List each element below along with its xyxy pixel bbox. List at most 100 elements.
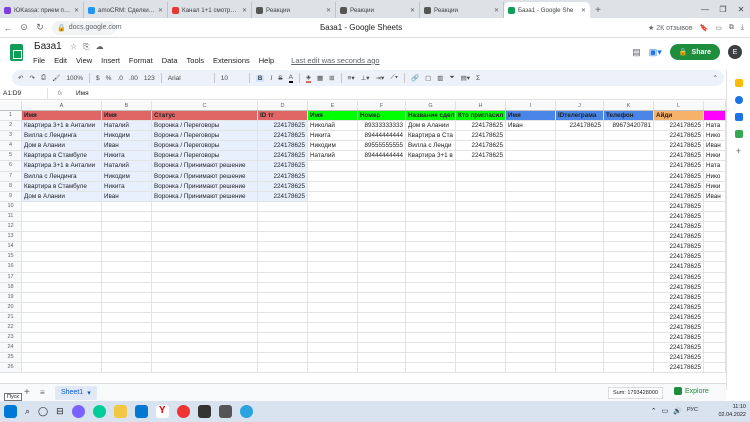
grid-cell[interactable]: [152, 292, 258, 302]
grid-cell[interactable]: [556, 353, 604, 363]
grid-cell[interactable]: [506, 191, 556, 201]
grid-cell[interactable]: [604, 322, 654, 333]
grid-cell[interactable]: Дом в Алании: [22, 191, 102, 201]
grid-cell[interactable]: 224178625: [654, 262, 704, 272]
sum-readout[interactable]: Sum: 1793428000: [608, 387, 663, 399]
grid-cell[interactable]: [556, 302, 604, 312]
close-tab-icon[interactable]: ✕: [74, 7, 79, 14]
row-number[interactable]: 15: [0, 252, 22, 262]
row-number[interactable]: 14: [0, 242, 22, 252]
grid-cell[interactable]: Квартира в Стамбуле: [22, 181, 102, 191]
grid-cell[interactable]: [556, 141, 604, 151]
grid-cell[interactable]: [556, 272, 604, 282]
grid-cell[interactable]: [102, 322, 152, 333]
column-header[interactable]: I: [506, 101, 556, 110]
grid-cell[interactable]: 224178625: [654, 211, 704, 222]
grid-cell[interactable]: Никодим: [102, 171, 152, 181]
grid-cell[interactable]: Имя: [506, 111, 556, 121]
grid-cell[interactable]: [258, 302, 308, 312]
grid-cell[interactable]: [704, 201, 726, 211]
grid-cell[interactable]: [704, 312, 726, 322]
collapse-toolbar-icon[interactable]: ⌃: [713, 74, 718, 82]
grid-cell[interactable]: 224178625: [654, 232, 704, 242]
grid-cell[interactable]: [456, 363, 506, 373]
grid-cell[interactable]: [506, 181, 556, 191]
grid-cell[interactable]: IDтелеграма: [556, 111, 604, 121]
grid-cell[interactable]: 224178625: [654, 363, 704, 373]
browser-tab[interactable]: Реакции ✕: [252, 2, 336, 18]
grid-cell[interactable]: [704, 242, 726, 252]
grid-cell[interactable]: [406, 171, 456, 181]
browser-tab[interactable]: ЮKassa: прием плате ✕: [0, 2, 84, 18]
grid-cell[interactable]: [456, 272, 506, 282]
formula-input[interactable]: Имя: [72, 90, 89, 97]
grid-cell[interactable]: [406, 181, 456, 191]
explore-button[interactable]: Explore: [674, 387, 709, 395]
grid-cell[interactable]: [604, 252, 654, 262]
grid-cell[interactable]: [456, 282, 506, 292]
grid-cell[interactable]: [406, 282, 456, 292]
grid-cell[interactable]: 224178625: [654, 242, 704, 252]
column-header[interactable]: K: [604, 101, 654, 110]
menu-item-view[interactable]: View: [76, 56, 92, 65]
column-header[interactable]: A: [22, 101, 102, 110]
grid-cell[interactable]: [358, 292, 406, 302]
grid-cell[interactable]: [556, 181, 604, 191]
grid-cell[interactable]: [152, 201, 258, 211]
grid-cell[interactable]: [556, 222, 604, 232]
grid-cell[interactable]: 224178625: [654, 191, 704, 201]
grid-cell[interactable]: [506, 201, 556, 211]
grid-cell[interactable]: 224178625: [654, 302, 704, 312]
task-view-icon[interactable]: ⊟: [56, 406, 64, 417]
grid-cell[interactable]: [456, 312, 506, 322]
chevron-up-icon[interactable]: ⌃: [651, 407, 657, 415]
menu-item-edit[interactable]: Edit: [54, 56, 67, 65]
comment-icon[interactable]: ▤: [632, 47, 641, 58]
grid-cell[interactable]: [704, 282, 726, 292]
grid-cell[interactable]: [358, 333, 406, 343]
close-tab-icon[interactable]: ✕: [410, 7, 415, 14]
decrease-decimal-button[interactable]: .0: [117, 75, 122, 82]
grid-cell[interactable]: [506, 333, 556, 343]
grid-cell[interactable]: 224178625: [654, 343, 704, 353]
grid-cell[interactable]: [258, 242, 308, 252]
grid-cell[interactable]: Никита: [102, 181, 152, 191]
row-number[interactable]: 23: [0, 333, 22, 343]
grid-cell[interactable]: Воронка / Принимают решение: [152, 191, 258, 201]
row-number[interactable]: 3: [0, 131, 22, 141]
menu-item-extensions[interactable]: Extensions: [213, 56, 250, 65]
grid-cell[interactable]: [358, 322, 406, 333]
grid-cell[interactable]: Имя: [308, 111, 358, 121]
grid-cell[interactable]: [308, 353, 358, 363]
grid-cell[interactable]: [704, 111, 726, 121]
link-icon[interactable]: 🔗: [411, 74, 419, 82]
row-number[interactable]: 18: [0, 282, 22, 292]
grid-cell[interactable]: Иван: [506, 121, 556, 131]
grid-cell[interactable]: [406, 322, 456, 333]
column-header[interactable]: [704, 101, 726, 110]
grid-cell[interactable]: [102, 272, 152, 282]
grid-cell[interactable]: [556, 201, 604, 211]
grid-cell[interactable]: [506, 302, 556, 312]
grid-cell[interactable]: [358, 353, 406, 363]
grid-cell[interactable]: [152, 242, 258, 252]
browser-tab[interactable]: Канал 1+1 смотреть ✕: [168, 2, 252, 18]
grid-cell[interactable]: [604, 181, 654, 191]
grid-cell[interactable]: [406, 222, 456, 232]
new-tab-button[interactable]: +: [590, 2, 606, 18]
grid-cell[interactable]: Иван: [102, 191, 152, 201]
grid-cell[interactable]: Квартира в Стамбуле: [22, 151, 102, 161]
grid-cell[interactable]: 224178625: [258, 171, 308, 181]
menu-item-data[interactable]: Data: [162, 56, 178, 65]
grid-cell[interactable]: 224178625: [456, 151, 506, 161]
back-icon[interactable]: ←: [0, 23, 16, 33]
column-header[interactable]: H: [456, 101, 506, 110]
grid-cell[interactable]: [308, 333, 358, 343]
grid-cell[interactable]: [308, 282, 358, 292]
grid-cell[interactable]: Воронка / Переговоры: [152, 151, 258, 161]
contacts-icon[interactable]: [734, 113, 743, 121]
grid-cell[interactable]: [358, 211, 406, 222]
grid-cell[interactable]: [556, 161, 604, 171]
grid-cell[interactable]: [604, 232, 654, 242]
grid-cell[interactable]: [308, 322, 358, 333]
